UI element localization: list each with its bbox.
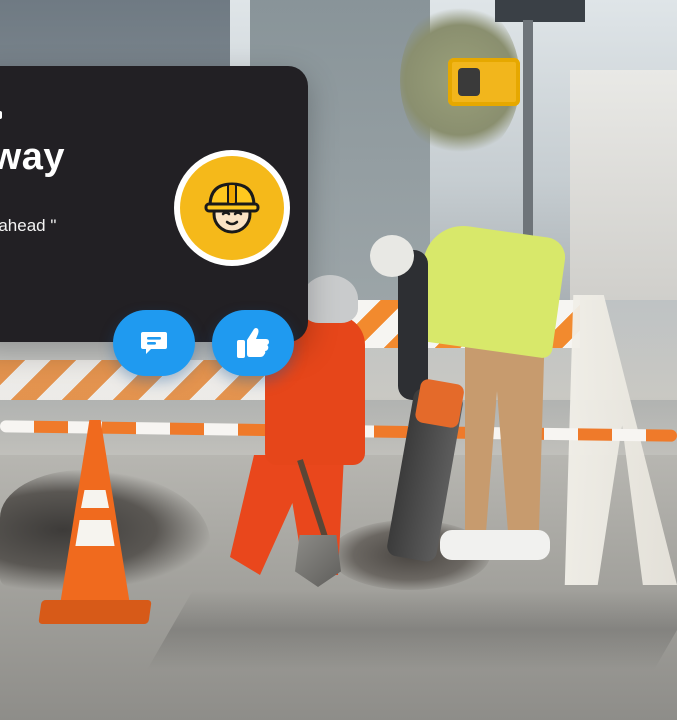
comment-icon (141, 332, 167, 354)
title-mark (0, 111, 2, 119)
comment-button[interactable] (113, 310, 195, 376)
notification-card[interactable]: away ted ahead " ert (0, 66, 308, 342)
notification-title: away (0, 136, 65, 178)
road-construction-photo: away ted ahead " ert (0, 0, 677, 720)
street-sign (495, 0, 585, 22)
truck (570, 70, 677, 300)
like-button[interactable] (212, 310, 294, 376)
construction-worker-icon (204, 182, 260, 234)
shovel (285, 460, 345, 590)
traffic-light (448, 58, 520, 106)
shadow (146, 590, 677, 670)
notification-message: ted ahead " (0, 216, 57, 235)
avatar (174, 150, 290, 266)
traffic-cone (38, 420, 152, 630)
thumbs-up-icon (237, 328, 269, 358)
